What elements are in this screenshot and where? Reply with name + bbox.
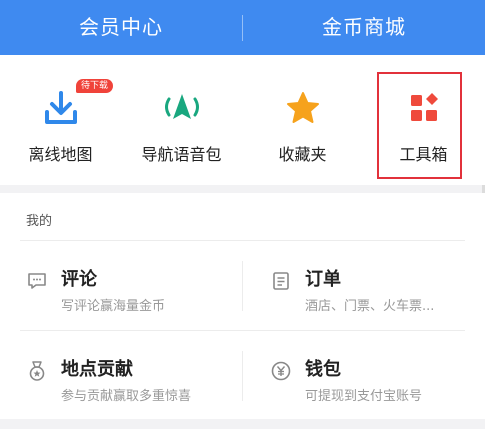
item-subtitle: 参与贡献赢取多重惊喜 (61, 389, 192, 404)
tool-voice-pack[interactable]: 导航语音包 (121, 55, 242, 185)
download-icon (41, 88, 81, 128)
wallet-icon (270, 360, 292, 382)
list-item-comments[interactable]: 评论 写评论赢海量金币 (26, 248, 246, 328)
my-section: 我的 评论 写评论赢海量金币 订单 酒店、门票、火车票... 地点贡献 参与贡献… (0, 193, 485, 419)
order-icon (270, 270, 292, 292)
tool-offline-map[interactable]: 待下载 离线地图 (0, 55, 121, 185)
top-bar: 会员中心 金币商城 (0, 0, 485, 55)
list-item-wallet[interactable]: 钱包 可提现到支付宝账号 (270, 338, 485, 418)
comment-icon (26, 270, 48, 292)
section-heading: 我的 (26, 214, 53, 229)
item-title: 订单 (305, 269, 341, 290)
item-title: 地点贡献 (61, 359, 133, 380)
list-item-place-contribution[interactable]: 地点贡献 参与贡献赢取多重惊喜 (26, 338, 246, 418)
pending-download-badge: 待下载 (76, 79, 114, 93)
tool-label: 离线地图 (28, 145, 93, 164)
tool-label: 导航语音包 (141, 145, 222, 164)
divider (20, 330, 465, 331)
item-subtitle: 写评论赢海量金币 (61, 299, 166, 314)
item-subtitle: 酒店、门票、火车票... (305, 299, 435, 314)
navigation-voice-icon (162, 88, 202, 128)
bottom-spacer (0, 419, 485, 429)
star-icon (283, 88, 323, 128)
divider (20, 240, 465, 241)
toolbox-highlight-box (377, 72, 462, 179)
list-item-orders[interactable]: 订单 酒店、门票、火车票... (270, 248, 485, 328)
item-title: 评论 (61, 269, 97, 290)
medal-icon (26, 360, 48, 382)
tab-coin-mall[interactable]: 金币商城 (243, 0, 485, 55)
tab-member-center[interactable]: 会员中心 (0, 0, 242, 55)
item-title: 钱包 (305, 359, 341, 380)
item-subtitle: 可提现到支付宝账号 (305, 389, 423, 404)
tools-row: 待下载 离线地图 导航语音包 收藏夹 工具箱 (0, 55, 485, 185)
tool-favorites[interactable]: 收藏夹 (242, 55, 363, 185)
tool-label: 收藏夹 (278, 145, 327, 164)
